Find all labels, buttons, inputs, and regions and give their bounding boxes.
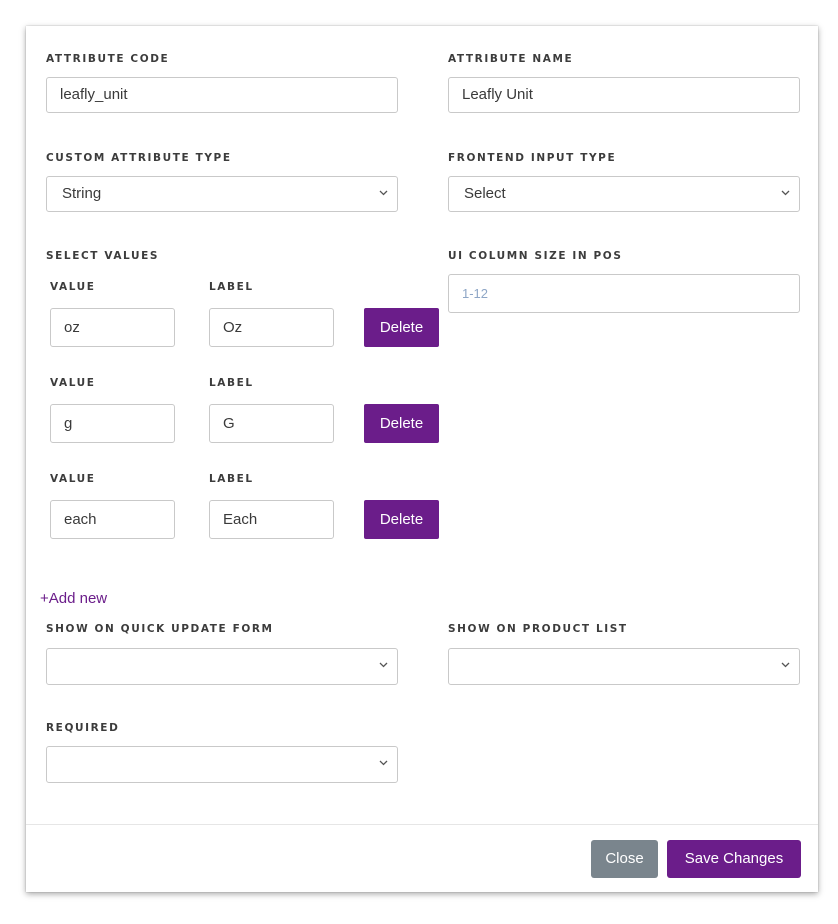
attribute-code-input[interactable]: leafly_unit bbox=[46, 77, 398, 113]
label-header: LABEL bbox=[209, 377, 254, 389]
save-changes-button[interactable]: Save Changes bbox=[667, 840, 801, 878]
show-on-product-list-label: SHOW ON PRODUCT LIST bbox=[448, 623, 628, 635]
footer-divider bbox=[26, 824, 818, 825]
chevron-down-icon bbox=[379, 760, 388, 766]
custom-attribute-type-value: String bbox=[62, 185, 102, 202]
value-header: VALUE bbox=[50, 473, 96, 485]
attribute-code-label: ATTRIBUTE CODE bbox=[46, 53, 170, 65]
frontend-input-type-select[interactable]: Select bbox=[448, 176, 800, 212]
select-value-input[interactable]: g bbox=[50, 404, 175, 443]
ui-column-size-label: UI COLUMN SIZE IN POS bbox=[448, 250, 623, 262]
select-label-input[interactable]: Oz bbox=[209, 308, 334, 347]
value-header: VALUE bbox=[50, 281, 96, 293]
attribute-name-label: ATTRIBUTE NAME bbox=[448, 53, 574, 65]
custom-attribute-type-select[interactable]: String bbox=[46, 176, 398, 212]
close-button[interactable]: Close bbox=[591, 840, 658, 878]
delete-button[interactable]: Delete bbox=[364, 308, 439, 347]
required-select[interactable] bbox=[46, 746, 398, 783]
select-value-input[interactable]: each bbox=[50, 500, 175, 539]
add-new-link[interactable]: +Add new bbox=[40, 590, 107, 607]
select-values-label: SELECT VALUES bbox=[46, 250, 160, 262]
chevron-down-icon bbox=[379, 190, 388, 196]
select-label-input[interactable]: Each bbox=[209, 500, 334, 539]
attribute-name-input[interactable]: Leafly Unit bbox=[448, 77, 800, 113]
label-header: LABEL bbox=[209, 281, 254, 293]
chevron-down-icon bbox=[781, 190, 790, 196]
edit-attribute-modal: ATTRIBUTE CODE leafly_unit ATTRIBUTE NAM… bbox=[26, 26, 818, 892]
delete-button[interactable]: Delete bbox=[364, 500, 439, 539]
delete-button[interactable]: Delete bbox=[364, 404, 439, 443]
chevron-down-icon bbox=[379, 662, 388, 668]
frontend-input-type-value: Select bbox=[464, 185, 506, 202]
ui-column-size-input[interactable]: 1-12 bbox=[448, 274, 800, 313]
custom-attribute-type-label: CUSTOM ATTRIBUTE TYPE bbox=[46, 152, 232, 164]
select-label-input[interactable]: G bbox=[209, 404, 334, 443]
show-on-product-list-select[interactable] bbox=[448, 648, 800, 685]
required-label: REQUIRED bbox=[46, 722, 120, 734]
value-header: VALUE bbox=[50, 377, 96, 389]
label-header: LABEL bbox=[209, 473, 254, 485]
chevron-down-icon bbox=[781, 662, 790, 668]
select-value-input[interactable]: oz bbox=[50, 308, 175, 347]
frontend-input-type-label: FRONTEND INPUT TYPE bbox=[448, 152, 617, 164]
show-on-quick-update-label: SHOW ON QUICK UPDATE FORM bbox=[46, 623, 274, 635]
show-on-quick-update-select[interactable] bbox=[46, 648, 398, 685]
